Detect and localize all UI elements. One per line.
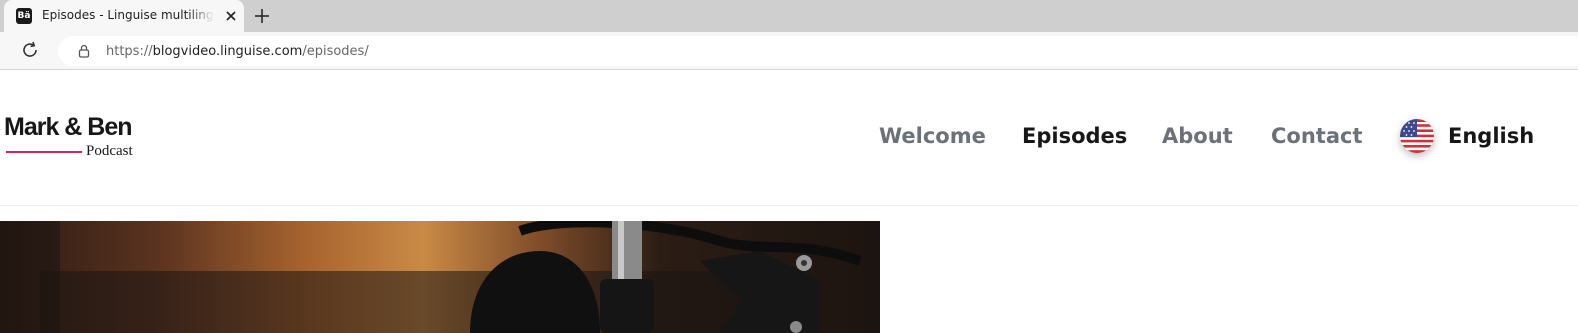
lock-icon[interactable]: [76, 43, 92, 59]
close-icon[interactable]: [222, 7, 240, 25]
logo-underline: [6, 151, 82, 153]
site-logo[interactable]: Mark & Ben Podcast: [4, 113, 154, 163]
tab-title: Episodes - Linguise multilingual demo: [42, 8, 214, 22]
url-text[interactable]: https://blogvideo.linguise.com/episodes/: [106, 44, 369, 59]
hero-image: [0, 221, 880, 333]
nav-welcome[interactable]: Welcome: [879, 124, 986, 148]
browser-tab-bar: Bä Episodes - Linguise multilingual demo: [0, 0, 1578, 32]
logo-subtitle: Podcast: [86, 143, 133, 159]
browser-tab[interactable]: Bä Episodes - Linguise multilingual demo: [4, 0, 244, 32]
reload-icon[interactable]: [20, 40, 40, 60]
nav-contact[interactable]: Contact: [1271, 124, 1363, 148]
language-selector[interactable]: English: [1448, 124, 1534, 148]
microphone-photo: [0, 221, 862, 333]
address-bar: https://blogvideo.linguise.com/episodes/: [0, 32, 1578, 70]
nav-episodes[interactable]: Episodes: [1022, 124, 1127, 148]
nav-about[interactable]: About: [1162, 124, 1233, 148]
url-host: blogvideo.linguise.com: [152, 44, 303, 59]
site-favicon-icon: Bä: [16, 8, 32, 24]
us-flag-icon[interactable]: [1400, 119, 1434, 153]
url-field[interactable]: https://blogvideo.linguise.com/episodes/: [58, 36, 1578, 66]
site-header: Mark & Ben Podcast Welcome Episodes Abou…: [0, 71, 1578, 206]
plus-icon[interactable]: [252, 6, 272, 26]
logo-title: Mark & Ben: [4, 113, 133, 141]
url-scheme: https://: [106, 44, 153, 59]
url-path: /episodes/: [302, 44, 369, 59]
